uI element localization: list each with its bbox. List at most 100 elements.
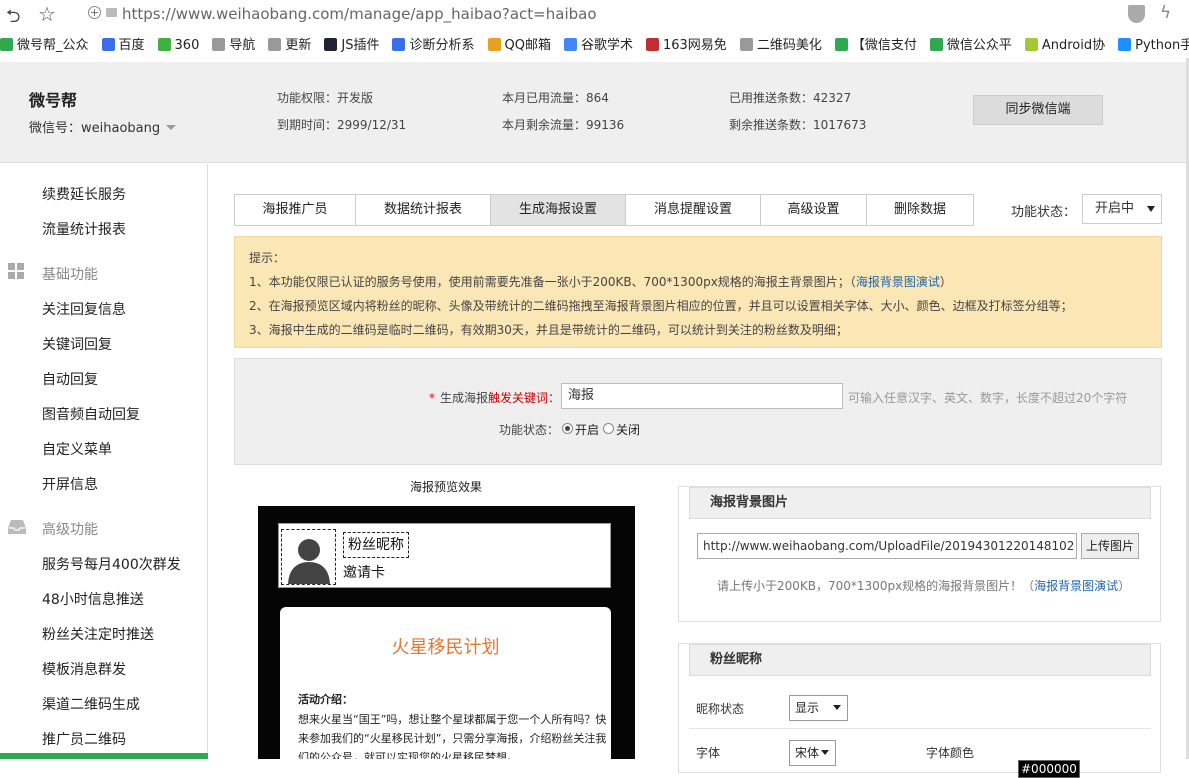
bookmark-label: 微信公众平 [946,38,1012,53]
bookmark-favicon-icon [0,38,13,51]
sidebar-section-basic: 基础功能 [42,267,98,283]
bookmark-item[interactable]: 谷歌学术 [563,34,633,58]
inbox-icon [8,520,26,534]
font-color-input[interactable]: #000000 [1018,760,1080,778]
sidebar-item-keyword-reply[interactable]: 关键词回复 [42,334,112,354]
sidebar-item-custom-menu[interactable]: 自定义菜单 [42,439,112,459]
notice-line-1: 1、本功能仅限已认证的服务号使用，使用前需要先准备一张小于200KB、700*1… [249,273,952,290]
bookmark-item[interactable]: QQ邮箱 [487,34,551,58]
bookmark-item[interactable]: 百度 [101,34,145,58]
sidebar-item-splash[interactable]: 开屏信息 [42,474,98,494]
tab-bar: 海报推广员 数据统计报表 生成海报设置 消息提醒设置 高级设置 删除数据 [234,194,974,226]
bg-panel-title: 海报背景图片 [689,487,1151,519]
account-header: 微号帮 微信号：weihaobang 功能权限：开发版 到期时间：2999/12… [0,62,1189,163]
dropdown-arrow-icon [821,750,829,755]
bookmark-item[interactable]: 二维码美化 [739,34,822,58]
bg-demo-link[interactable]: 海报背景图演试 [1034,579,1118,593]
wechat-id-dropdown[interactable]: 微信号：weihaobang [29,117,177,136]
bg-url-input[interactable]: http://www.weihaobang.com/UploadFile/201… [697,533,1077,559]
shield-icon[interactable] [1128,5,1145,23]
sidebar-item-traffic-report[interactable]: 流量统计报表 [42,219,126,239]
status-off-label[interactable]: 关闭 [616,421,640,438]
notice-line-1-text: 1、本功能仅限已认证的服务号使用，使用前需要先准备一张小于200KB、700*1… [249,275,856,289]
bookmark-item[interactable]: JS插件 [324,34,379,58]
tab-advanced-settings[interactable]: 高级设置 [761,195,867,225]
stat-traffic-left: 本月剩余流量：99136 [502,118,625,132]
poster-preview: 粉丝昵称 邀请卡 火星移民计划 活动介绍： 想来火星当“国王”吗，想让整个星球都… [258,506,635,759]
poster-header-strip: 粉丝昵称 邀请卡 [278,523,611,588]
stat-traffic-used: 本月已用流量：864 [502,91,609,105]
sidebar-item-timed-push[interactable]: 粉丝关注定时推送 [42,624,154,644]
bookmark-favicon-icon [645,38,659,51]
status-on-label[interactable]: 开启 [575,421,599,438]
upload-image-button[interactable]: 上传图片 [1081,533,1139,559]
bookmark-item[interactable]: 163网易免 [645,34,727,58]
stat-push-used: 已用推送条数：42327 [729,91,852,105]
tab-poster-promoter[interactable]: 海报推广员 [235,195,356,225]
tab-poster-settings[interactable]: 生成海报设置 [491,195,626,225]
bookmark-item[interactable]: 360 [157,34,200,58]
preview-title: 海报预览效果 [410,480,483,494]
status-on-radio[interactable] [562,423,573,434]
status-off-radio[interactable] [603,423,614,434]
browser-toolbar: ⮌ ☆ + https://www.weihaobang.com/manage/… [0,0,1189,30]
keyword-input[interactable]: 海报 [561,383,843,409]
add-tab-icon[interactable]: + [88,6,101,19]
notice-title: 提示： [249,251,286,265]
nickname-box[interactable]: 粉丝昵称 [343,532,409,558]
sidebar-item-auto-reply[interactable]: 自动回复 [42,369,98,389]
font-color-label: 字体颜色 [926,746,975,760]
bookmark-item[interactable]: 微号帮_公众 [0,34,89,58]
dropdown-arrow-icon [833,705,841,710]
url-field[interactable]: https://www.weihaobang.com/manage/app_ha… [122,5,597,23]
sidebar-item-follow-reply[interactable]: 关注回复信息 [42,299,126,319]
form-status-label: 功能状态： [499,423,560,437]
function-status-value: 开启中 [1095,201,1135,216]
tab-stats-report[interactable]: 数据统计报表 [356,195,491,225]
bookmark-item[interactable]: Android协 [1024,34,1105,58]
bookmark-favicon-icon [1118,38,1132,51]
back-icon[interactable]: ⮌ [6,4,20,34]
bookmark-item[interactable]: 诊断分析系 [392,34,475,58]
sidebar-item-promoter-qr[interactable]: 推广员二维码 [42,729,126,749]
bookmark-item[interactable]: 【微信支付 [834,34,917,58]
nick-status-value: 显示 [795,701,820,715]
font-select[interactable]: 宋体 [789,740,836,766]
nick-status-select[interactable]: 显示 [789,695,848,721]
bookmark-item[interactable]: Python手册 [1118,34,1189,58]
bookmark-favicon-icon [834,38,848,51]
bookmark-favicon-icon [268,38,282,51]
poster-bg-demo-link[interactable]: 海报背景图演试 [856,275,940,289]
tips-notice: 提示： 1、本功能仅限已认证的服务号使用，使用前需要先准备一张小于200KB、7… [234,236,1162,348]
bookmark-item[interactable]: 更新 [268,34,311,58]
bookmark-item[interactable]: 导航 [212,34,255,58]
sidebar-item-channel-qr[interactable]: 渠道二维码生成 [42,694,140,714]
star-icon[interactable]: ☆ [38,2,56,26]
stat-push-left: 剩余推送条数：1017673 [729,118,867,132]
bookmark-label: 更新 [285,38,312,53]
sidebar-item-48h-push[interactable]: 48小时信息推送 [42,589,144,609]
sidebar-item-mass-send[interactable]: 服务号每月400次群发 [42,554,181,574]
bookmark-item[interactable]: 微信公众平 [929,34,1012,58]
bookmark-favicon-icon [1024,38,1038,51]
bookmark-favicon-icon [739,38,753,51]
keyword-label-suffix: ： [548,391,561,405]
bookmark-label: 谷歌学术 [580,38,633,53]
sidebar-item-template-msg[interactable]: 模板消息群发 [42,659,126,679]
bookmark-label: 360 [174,38,200,53]
notice-line-3: 3、海报中生成的二维码是临时二维码，有效期30天，并且是带统计的二维码，可以统计… [249,323,848,337]
bg-hint: 请上传小于200KB，700*1300px规格的海报背景图片！（海报背景图演试） [717,577,1130,594]
function-status-select[interactable]: 开启中 [1082,194,1162,224]
keyword-hint: 可输入任意汉字、英文、数字，长度不超过20个字符 [848,391,1128,405]
lightning-icon[interactable]: ϟ [1160,3,1171,23]
sidebar-item-renew[interactable]: 续费延长服务 [42,184,126,204]
sync-wechat-button[interactable]: 同步微信端 [973,95,1103,125]
keyword-label-prefix: 生成海报 [440,391,489,405]
avatar[interactable] [281,529,336,585]
sidebar-item-media-reply[interactable]: 图音频自动回复 [42,404,140,424]
bookmark-favicon-icon [212,38,226,51]
bookmark-favicon-icon [487,38,501,51]
tab-delete-data[interactable]: 删除数据 [867,195,973,225]
bookmark-label: 百度 [118,38,145,53]
tab-message-reminder[interactable]: 消息提醒设置 [626,195,761,225]
